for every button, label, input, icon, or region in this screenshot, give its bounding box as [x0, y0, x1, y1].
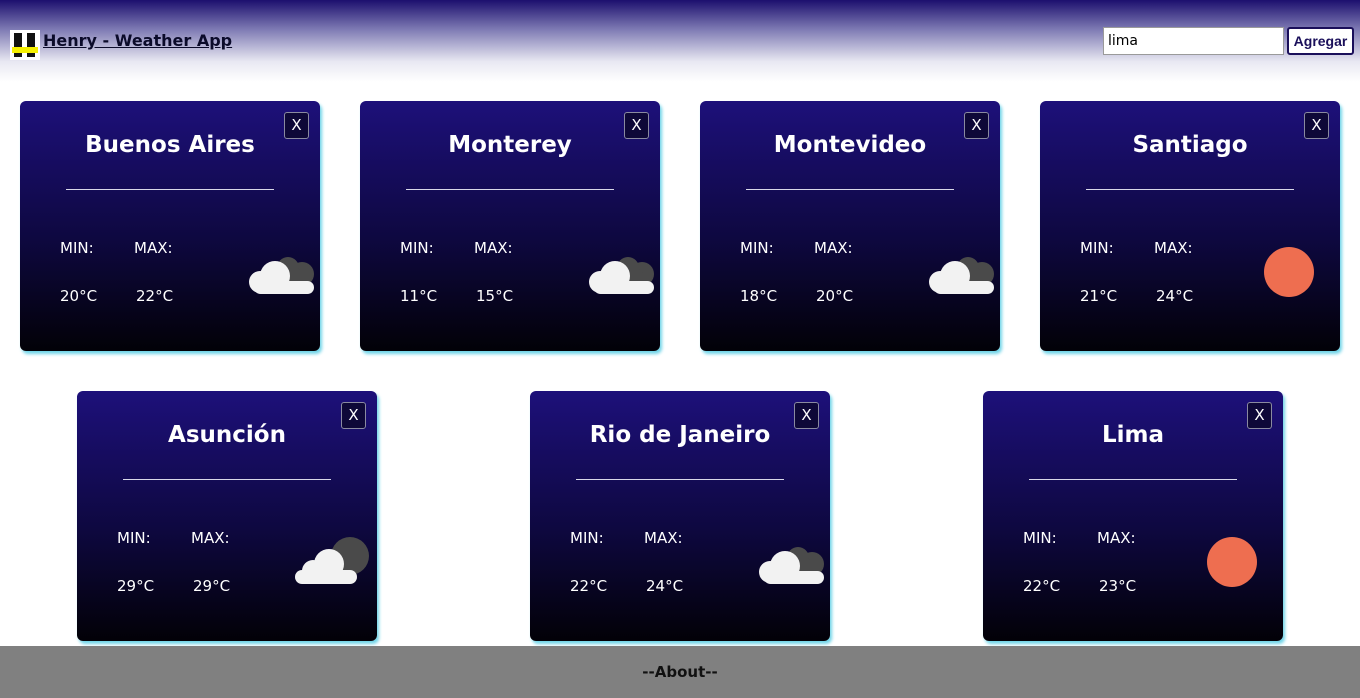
- divider: [406, 189, 614, 190]
- min-temperature: 18°C: [740, 287, 778, 305]
- min-temperature: 22°C: [1023, 577, 1061, 595]
- city-name: Santiago: [1132, 132, 1248, 158]
- sun-icon: [1207, 537, 1257, 587]
- city-card-rio-de-janeiro: X Rio de Janeiro MIN: MAX: 22°C 24°C: [530, 391, 830, 641]
- about-link[interactable]: --About--: [642, 663, 717, 681]
- max-label: MAX:: [191, 529, 230, 547]
- cloudy-icon: [759, 547, 824, 584]
- max-label: MAX:: [814, 239, 853, 257]
- app-header: Henry - Weather App Agregar: [0, 0, 1360, 82]
- max-temperature: 20°C: [816, 287, 854, 305]
- city-name: Asunción: [168, 422, 286, 448]
- min-label: MIN:: [117, 529, 151, 547]
- divider: [123, 479, 331, 480]
- city-card-asuncion: X Asunción MIN: MAX: 29°C 29°C: [77, 391, 377, 641]
- divider: [1086, 189, 1294, 190]
- divider: [576, 479, 784, 480]
- cloudy-icon: [589, 257, 654, 294]
- city-card-montevideo: X Montevideo MIN: MAX: 18°C 20°C: [700, 101, 1000, 351]
- divider: [66, 189, 274, 190]
- min-label: MIN:: [60, 239, 94, 257]
- min-temperature: 20°C: [60, 287, 98, 305]
- divider: [1029, 479, 1237, 480]
- min-label: MIN:: [1080, 239, 1114, 257]
- min-label: MIN:: [1023, 529, 1057, 547]
- add-city-button[interactable]: Agregar: [1287, 27, 1354, 55]
- city-card-monterey: X Monterey MIN: MAX: 11°C 15°C: [360, 101, 660, 351]
- max-label: MAX:: [134, 239, 173, 257]
- city-name: Montevideo: [773, 132, 927, 158]
- cloudy-icon: [929, 257, 994, 294]
- city-name: Monterey: [448, 132, 572, 158]
- max-label: MAX:: [474, 239, 513, 257]
- max-temperature: 23°C: [1099, 577, 1137, 595]
- sun-icon: [1264, 247, 1314, 297]
- city-name: Lima: [1101, 422, 1165, 448]
- max-label: MAX:: [1097, 529, 1136, 547]
- henry-logo-icon: [10, 30, 40, 60]
- max-label: MAX:: [1154, 239, 1193, 257]
- city-card-lima: X Lima MIN: MAX: 22°C 23°C: [983, 391, 1283, 641]
- min-temperature: 22°C: [570, 577, 608, 595]
- max-temperature: 15°C: [476, 287, 514, 305]
- brand[interactable]: Henry - Weather App: [10, 30, 232, 60]
- cloudy-icon: [249, 257, 314, 294]
- city-name: Buenos Aires: [85, 132, 255, 158]
- max-temperature: 29°C: [193, 577, 231, 595]
- partly-cloudy-icon: [295, 537, 369, 584]
- min-label: MIN:: [570, 529, 604, 547]
- city-search-input[interactable]: [1103, 27, 1284, 55]
- city-name: Rio de Janeiro: [589, 422, 771, 448]
- min-label: MIN:: [740, 239, 774, 257]
- min-temperature: 21°C: [1080, 287, 1118, 305]
- max-label: MAX:: [644, 529, 683, 547]
- min-label: MIN:: [400, 239, 434, 257]
- footer: --About--: [0, 646, 1360, 698]
- max-temperature: 22°C: [136, 287, 174, 305]
- min-temperature: 29°C: [117, 577, 155, 595]
- max-temperature: 24°C: [1156, 287, 1194, 305]
- divider: [746, 189, 954, 190]
- city-card-buenos-aires: X Buenos Aires MIN: MAX: 20°C 22°C: [20, 101, 320, 351]
- app-title-link[interactable]: Henry - Weather App: [43, 31, 232, 50]
- max-temperature: 24°C: [646, 577, 684, 595]
- min-temperature: 11°C: [400, 287, 438, 305]
- city-card-santiago: X Santiago MIN: MAX: 21°C 24°C: [1040, 101, 1340, 351]
